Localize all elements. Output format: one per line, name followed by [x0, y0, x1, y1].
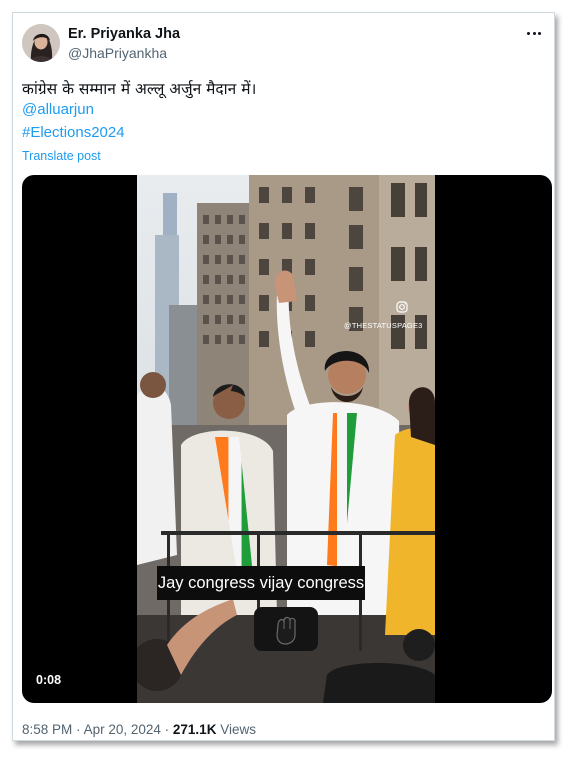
post-date[interactable]: Apr 20, 2024 [84, 722, 161, 737]
views-count: 271.1K [172, 722, 217, 737]
tweet-card: Er. Priyanka Jha @JhaPriyankha कांग्रेस … [12, 12, 555, 741]
views-label: Views [220, 722, 256, 737]
video-caption: Jay congress vijay congress [157, 566, 365, 600]
post-time[interactable]: 8:58 PM [22, 722, 72, 737]
meta-separator: · [164, 722, 170, 737]
fist-emoji-icon [254, 607, 318, 651]
translate-post-link[interactable]: Translate post [22, 149, 101, 163]
video-duration-badge: 0:08 [30, 671, 68, 689]
avatar[interactable] [22, 24, 60, 62]
more-options-icon[interactable] [524, 23, 544, 43]
tweet-meta: 8:58 PM · Apr 20, 2024 · 271.1K Views [22, 722, 256, 737]
hashtag-link[interactable]: #Elections2024 [22, 124, 125, 141]
mention-link[interactable]: @alluarjun [22, 101, 94, 118]
meta-separator: · [76, 722, 81, 737]
tweet-text: कांग्रेस के सम्मान में अल्लू अर्जुन मैदा… [22, 80, 257, 98]
video-player[interactable]: @THESTATUSPAGE3 Jay congress vijay congr… [22, 175, 552, 703]
author-name[interactable]: Er. Priyanka Jha [68, 26, 180, 42]
video-watermark: @THESTATUSPAGE3 [344, 321, 423, 330]
instagram-icon [396, 301, 408, 313]
author-handle[interactable]: @JhaPriyankha [68, 45, 167, 61]
